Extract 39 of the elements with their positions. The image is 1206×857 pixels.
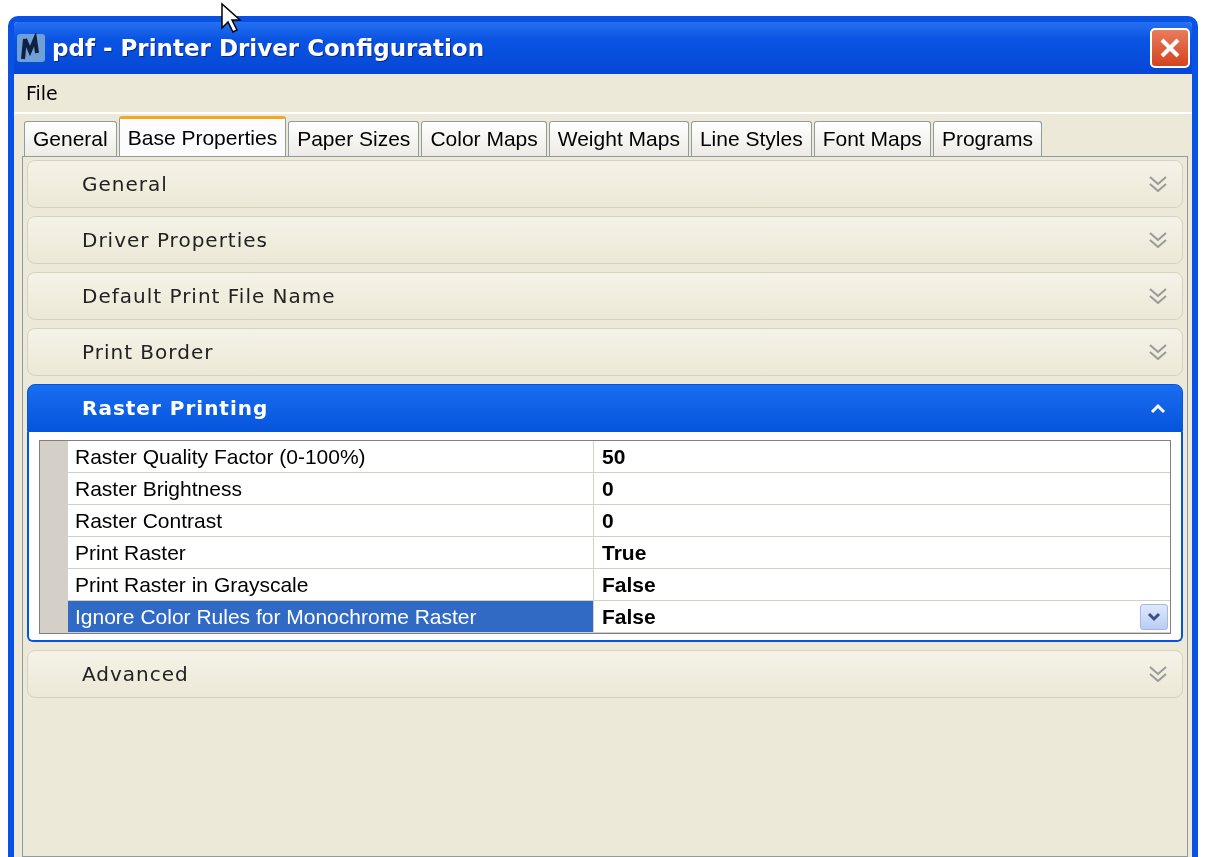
property-value[interactable]: 0	[594, 505, 1170, 537]
section-title: Print Border	[82, 340, 215, 364]
tab[interactable]: Weight Maps	[548, 121, 689, 156]
close-button[interactable]	[1150, 28, 1190, 68]
tab[interactable]: Font Maps	[813, 121, 931, 156]
section-title: Driver Properties	[82, 228, 269, 252]
section-header[interactable]: Driver Properties	[27, 216, 1183, 264]
section-header[interactable]: Advanced	[27, 650, 1183, 698]
section-header[interactable]: Print Border	[27, 328, 1183, 376]
property-name[interactable]: Raster Contrast	[68, 505, 594, 537]
property-value[interactable]: False	[594, 569, 1170, 601]
section-header[interactable]: General	[27, 160, 1183, 208]
property-name[interactable]: Ignore Color Rules for Monochrome Raster	[68, 601, 594, 633]
property-value[interactable]: True	[594, 537, 1170, 569]
section-title: Raster Printing	[82, 396, 270, 420]
tab[interactable]: General	[24, 121, 117, 156]
property-value[interactable]: False	[594, 601, 1170, 633]
close-icon	[1158, 36, 1182, 60]
property-name[interactable]: Raster Quality Factor (0-100%)	[68, 441, 594, 473]
tab[interactable]: Line Styles	[690, 121, 812, 156]
menu-item[interactable]: File	[20, 82, 64, 104]
caret-down-icon	[1147, 611, 1161, 622]
property-name[interactable]: Print Raster in Grayscale	[68, 569, 594, 601]
section-title: Default Print File Name	[82, 284, 337, 308]
section-title: General	[82, 172, 169, 196]
section-header[interactable]: Raster Printing	[27, 384, 1183, 432]
app-icon	[16, 33, 46, 63]
window-title: pdf - Printer Driver Configuration	[52, 35, 485, 61]
tab[interactable]: Paper Sizes	[288, 121, 420, 156]
tab[interactable]: Color Maps	[421, 121, 547, 156]
dropdown-button[interactable]	[1140, 603, 1168, 630]
section-title: Advanced	[82, 662, 190, 686]
section-header[interactable]: Default Print File Name	[27, 272, 1183, 320]
tab[interactable]: Programs	[932, 121, 1042, 156]
tab[interactable]: Base Properties	[118, 116, 287, 156]
property-value[interactable]: 50	[594, 441, 1170, 473]
property-name[interactable]: Print Raster	[68, 537, 594, 569]
property-name[interactable]: Raster Brightness	[68, 473, 594, 505]
property-value[interactable]: 0	[594, 473, 1170, 505]
